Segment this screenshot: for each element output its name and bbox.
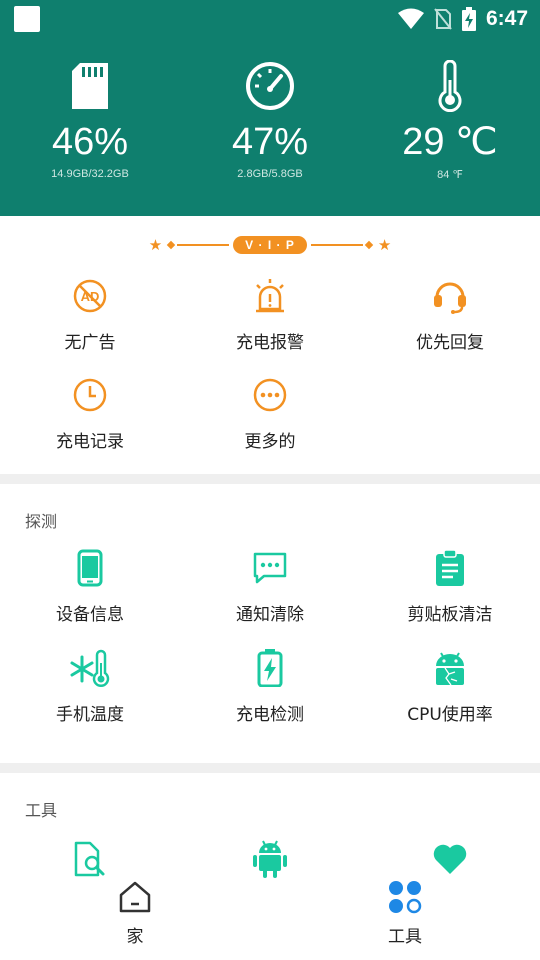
header: 6:47 46% 14.9GB/32.2GB 47% 2.8GB/5.8GB 2… [0, 0, 540, 216]
alarm-icon [256, 279, 284, 313]
snow-thermometer-icon [70, 649, 110, 687]
clock-icon [73, 378, 107, 412]
stats-row: 46% 14.9GB/32.2GB 47% 2.8GB/5.8GB 29 ℃ 8… [0, 58, 540, 198]
speedometer-icon [246, 62, 294, 110]
clipboard-clean-label: 剪贴板清洁 [407, 605, 493, 625]
detect-section: 探测 设备信息 通知清除 剪贴板清洁 手机温度 充电检测 CPU使用率 [0, 484, 540, 763]
clipboard-icon [436, 549, 464, 586]
memory-sub: 2.8GB/5.8GB [237, 168, 303, 180]
banner-line [310, 244, 363, 246]
charge-record-item[interactable]: 充电记录 [0, 373, 180, 452]
nav-tools[interactable]: 工具 [345, 880, 465, 947]
charge-alarm-item[interactable]: 充电报警 [180, 274, 360, 353]
status-icons: 6:47 [397, 4, 528, 34]
device-info-item[interactable]: 设备信息 [0, 546, 180, 625]
charge-detect-item[interactable]: 充电检测 [180, 646, 360, 725]
star-icon: ★ [377, 236, 392, 254]
memory-stat[interactable]: 47% 2.8GB/5.8GB [180, 58, 360, 198]
storage-stat[interactable]: 46% 14.9GB/32.2GB [0, 58, 180, 198]
cpu-usage-item[interactable]: CPU使用率 [360, 646, 540, 725]
device-info-label: 设备信息 [56, 605, 124, 625]
tools-grid-icon [389, 881, 422, 914]
storage-value: 46% [51, 121, 129, 163]
detect-title: 探测 [25, 512, 58, 531]
nav-tools-label: 工具 [388, 927, 422, 947]
diamond-dot-icon [364, 240, 374, 250]
cpu-usage-label: CPU使用率 [407, 705, 493, 725]
diamond-dot-icon [166, 240, 176, 250]
nav-home-label: 家 [126, 927, 144, 947]
vip-badge: V · I · P [233, 236, 307, 254]
charge-detect-label: 充电检测 [236, 705, 304, 725]
notification-clean-label: 通知清除 [236, 605, 304, 625]
temperature-sub: 84 ℉ [437, 169, 463, 181]
chat-icon [253, 552, 287, 584]
temperature-stat[interactable]: 29 ℃ 84 ℉ [360, 58, 540, 198]
status-bar: 6:47 [0, 0, 540, 40]
phone-temperature-item[interactable]: 手机温度 [0, 646, 180, 725]
wifi-icon [397, 8, 424, 29]
more-item[interactable]: 更多的 [180, 373, 360, 452]
notification-clean-item[interactable]: 通知清除 [180, 546, 360, 625]
no-sim-icon [434, 8, 452, 30]
clipboard-clean-item[interactable]: 剪贴板清洁 [360, 546, 540, 625]
no-ads-item[interactable]: AD 无广告 [0, 274, 180, 353]
more-label: 更多的 [244, 432, 296, 452]
phone-icon [77, 549, 103, 587]
status-time: 6:47 [485, 7, 528, 30]
sd-card-icon [72, 63, 108, 109]
headset-icon [434, 282, 466, 314]
more-icon [253, 378, 287, 412]
vip-section: ★ V · I · P ★ AD 无广告 [0, 216, 540, 474]
battery-charging-status-icon [461, 7, 476, 31]
temperature-value: 29 ℃ [402, 121, 498, 163]
no-ads-icon: AD [73, 279, 107, 313]
no-ads-label: 无广告 [64, 333, 116, 353]
section-divider [0, 763, 540, 773]
nav-home[interactable]: 家 [75, 880, 195, 947]
charge-record-label: 充电记录 [56, 432, 124, 452]
charge-alarm-label: 充电报警 [236, 333, 304, 353]
phone-temperature-label: 手机温度 [56, 705, 124, 725]
bottom-nav: 家 工具 [0, 868, 540, 960]
section-divider [0, 474, 540, 484]
notification-icon [14, 6, 40, 32]
battery-charging-icon [257, 649, 283, 687]
banner-line [177, 244, 230, 246]
priority-reply-item[interactable]: 优先回复 [360, 274, 540, 353]
android-cracked-icon [436, 652, 464, 686]
star-icon: ★ [148, 236, 163, 254]
priority-reply-label: 优先回复 [416, 333, 484, 353]
vip-banner: ★ V · I · P ★ [0, 234, 540, 256]
tools-title: 工具 [25, 801, 58, 820]
thermometer-icon [438, 60, 462, 112]
home-icon [119, 881, 151, 913]
storage-sub: 14.9GB/32.2GB [51, 168, 129, 180]
memory-value: 47% [231, 121, 309, 163]
